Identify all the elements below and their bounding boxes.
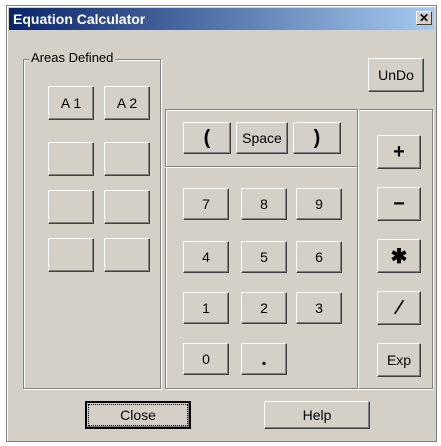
area-slot-button[interactable] (48, 190, 94, 224)
area-slot-button[interactable] (104, 142, 150, 176)
digit-6-button[interactable]: 6 (296, 241, 342, 273)
equation-calculator-window: Equation Calculator ✕ Areas Defined A 1 … (6, 5, 437, 442)
digit-2-button[interactable]: 2 (241, 292, 287, 324)
areas-defined-label: Areas Defined (29, 50, 116, 65)
paren-row-divider (165, 166, 357, 167)
digit-9-button[interactable]: 9 (296, 188, 342, 220)
close-paren-button[interactable]: ) (293, 122, 341, 154)
space-button[interactable]: Space (236, 122, 288, 154)
multiply-button[interactable]: ✱ (377, 239, 421, 273)
digit-5-button[interactable]: 5 (241, 241, 287, 273)
exponent-button[interactable]: Exp (377, 343, 421, 377)
undo-button[interactable]: UnDo (368, 58, 424, 92)
digit-8-button[interactable]: 8 (241, 188, 287, 220)
window-title: Equation Calculator (13, 11, 146, 27)
decimal-point-button[interactable]: . (241, 343, 287, 375)
operator-column-divider (357, 109, 358, 389)
area-slot-button[interactable] (104, 190, 150, 224)
area-slot-button[interactable] (104, 238, 150, 272)
minus-button[interactable]: − (377, 187, 421, 221)
digit-3-button[interactable]: 3 (296, 292, 342, 324)
plus-button[interactable]: + (377, 135, 421, 169)
divide-button[interactable]: ∕ (377, 291, 421, 325)
area-a1-button[interactable]: A 1 (48, 86, 94, 120)
open-paren-button[interactable]: ( (183, 122, 231, 154)
digit-4-button[interactable]: 4 (183, 241, 229, 273)
help-button[interactable]: Help (264, 401, 370, 429)
area-slot-button[interactable] (48, 142, 94, 176)
digit-7-button[interactable]: 7 (183, 188, 229, 220)
area-a2-button[interactable]: A 2 (104, 86, 150, 120)
digit-1-button[interactable]: 1 (183, 292, 229, 324)
close-button[interactable]: Close (85, 401, 191, 429)
title-bar: Equation Calculator ✕ (9, 8, 434, 30)
area-slot-button[interactable] (48, 238, 94, 272)
window-close-icon[interactable]: ✕ (416, 11, 432, 25)
digit-0-button[interactable]: 0 (183, 343, 229, 375)
